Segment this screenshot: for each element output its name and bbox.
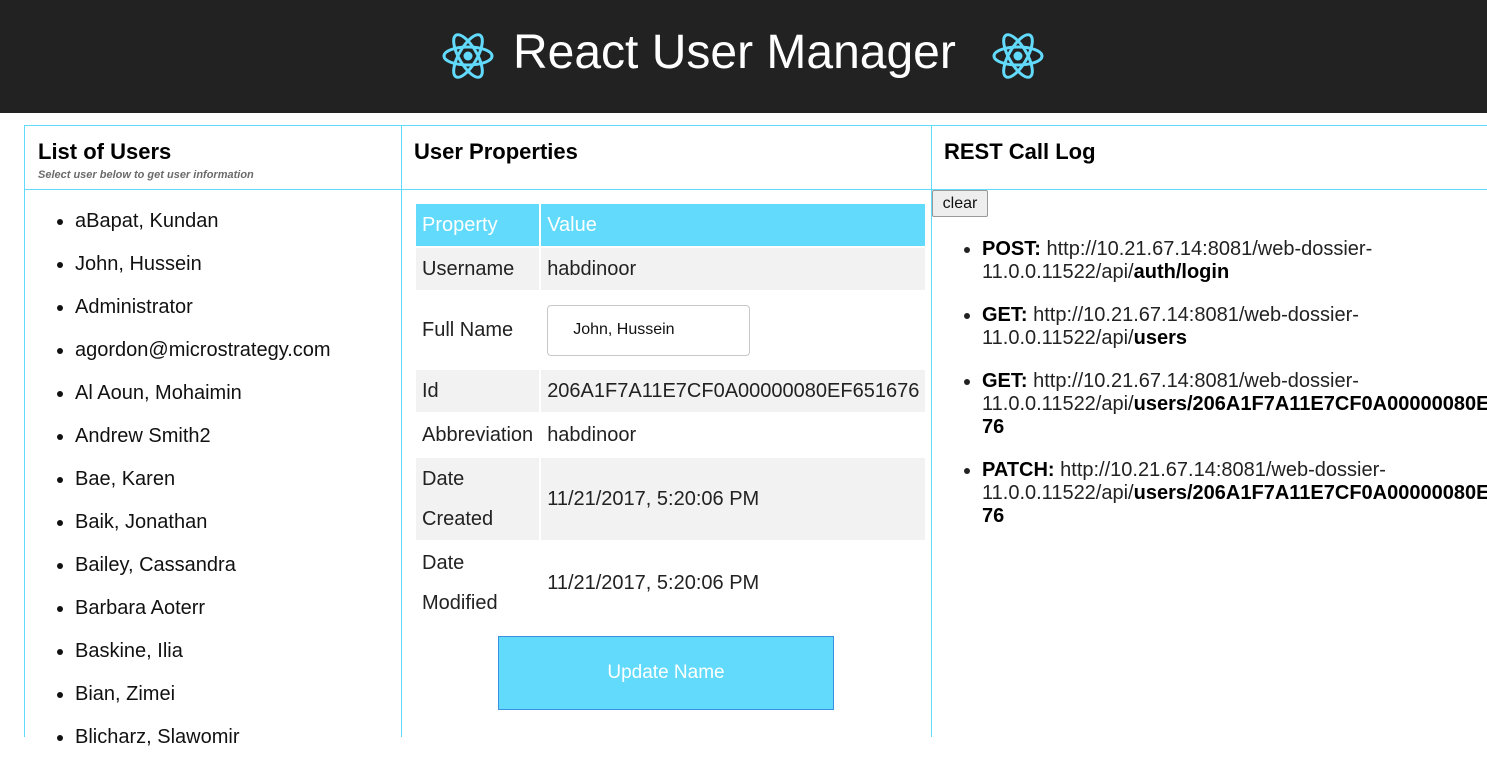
fullname-label: Full Name: [422, 318, 514, 341]
date-modified-label-line2: Modified: [422, 592, 498, 614]
panel-top-border: [24, 125, 1487, 126]
date-created-label-line1: Date: [422, 468, 465, 490]
id-value: 206A1F7A11E7CF0A00000080EF651676: [541, 370, 926, 412]
panel-divider: [24, 125, 25, 737]
user-list-item[interactable]: Bailey, Cassandra: [75, 548, 331, 591]
user-list-item[interactable]: John, Hussein: [75, 247, 331, 290]
properties-panel-title: User Properties: [414, 139, 578, 164]
react-atom-icon: [992, 33, 1044, 79]
abbreviation-value: habdinoor: [547, 423, 637, 446]
table-row: Abbreviation habdinoor: [416, 414, 925, 456]
log-url-part1: http://10.21.67.14:8081/web-dossier-: [1060, 459, 1386, 481]
username-value: habdinoor: [541, 248, 926, 290]
log-url-part2: 11.0.0.11522/api/: [982, 261, 1134, 283]
log-endpoint: users/206A1F7A11E7CF0A00000080E: [1133, 393, 1487, 415]
date-created-label-line2: Created: [422, 508, 494, 530]
full-name-input[interactable]: [547, 304, 751, 356]
log-endpoint: users: [1133, 327, 1187, 349]
log-entry: GET: http://10.21.67.14:8081/web-dossier…: [982, 370, 1487, 439]
fullname-cell: [541, 292, 925, 368]
log-endpoint: auth/login: [1133, 261, 1230, 283]
table-row: Full Name: [416, 292, 925, 368]
log-method: GET:: [982, 304, 1028, 326]
date-modified-label-line1: Date: [422, 552, 465, 574]
log-url-part1: http://10.21.67.14:8081/web-dossier-: [1033, 370, 1359, 392]
log-url-part1: http://10.21.67.14:8081/web-dossier-: [1046, 238, 1373, 260]
log-url-part2: 11.0.0.11522/api/: [982, 482, 1134, 504]
log-url-part2: 11.0.0.11522/api/: [982, 327, 1134, 349]
update-name-button[interactable]: Update Name: [498, 636, 834, 710]
user-list-item[interactable]: aBapat, Kundan: [75, 204, 331, 247]
log-panel-title: REST Call Log: [944, 139, 1096, 164]
log-entry: POST: http://10.21.67.14:8081/web-dossie…: [982, 238, 1487, 284]
panel-divider: [401, 125, 402, 737]
log-method: GET:: [982, 370, 1028, 392]
user-list-item[interactable]: Andrew Smith2: [75, 419, 331, 462]
user-properties-table: Property Value Username habdinoor Full N…: [414, 202, 927, 626]
user-list-item[interactable]: Baik, Jonathan: [75, 505, 331, 548]
date-modified-value: 11/21/2017, 5:20:06 PM: [547, 572, 760, 594]
users-panel-subtitle: Select user below to get user informatio…: [38, 169, 254, 181]
date-created-value: 11/21/2017, 5:20:06 PM: [541, 458, 926, 540]
property-column-header: Property: [416, 204, 540, 246]
log-entry: PATCH: http://10.21.67.14:8081/web-dossi…: [982, 459, 1487, 528]
user-list-item[interactable]: Blicharz, Slawomir: [75, 720, 331, 763]
log-url-part2: 11.0.0.11522/api/: [982, 393, 1134, 415]
log-method: PATCH:: [982, 459, 1055, 481]
rest-call-log: POST: http://10.21.67.14:8081/web-dossie…: [944, 238, 1487, 548]
user-list-item[interactable]: agordon@microstrategy.com: [75, 333, 331, 376]
log-url-part1: http://10.21.67.14:8081/web-dossier-: [1033, 304, 1359, 326]
date-modified-label: Date Modified: [416, 542, 539, 624]
log-method: POST:: [982, 238, 1041, 260]
user-list-item[interactable]: Barbara Aoterr: [75, 591, 331, 634]
user-list: aBapat, Kundan John, Hussein Administrat…: [38, 204, 331, 763]
table-header-row: Property Value: [416, 204, 926, 246]
panel-divider: [931, 125, 932, 737]
table-row: Username habdinoor: [416, 248, 926, 290]
log-endpoint-continued: 76: [982, 416, 1005, 438]
user-list-item[interactable]: Baskine, Ilia: [75, 634, 331, 677]
table-row: Id 206A1F7A11E7CF0A00000080EF651676: [416, 370, 926, 412]
log-entry: GET: http://10.21.67.14:8081/web-dossier…: [982, 304, 1487, 350]
username-label: Username: [416, 248, 540, 290]
panel-header-divider: [24, 189, 1487, 190]
log-endpoint-continued: 76: [982, 505, 1005, 527]
react-atom-icon: [442, 33, 494, 79]
table-row: Date Created 11/21/2017, 5:20:06 PM: [416, 458, 926, 540]
app-title: React User Manager: [513, 26, 956, 79]
user-list-item[interactable]: Bae, Karen: [75, 462, 331, 505]
user-list-item[interactable]: Administrator: [75, 290, 331, 333]
id-label: Id: [416, 370, 540, 412]
date-created-label: Date Created: [416, 458, 540, 540]
clear-log-button[interactable]: clear: [932, 190, 988, 217]
log-endpoint: users/206A1F7A11E7CF0A00000080E: [1133, 482, 1487, 504]
abbreviation-label: Abbreviation: [422, 423, 534, 446]
users-panel-title: List of Users: [38, 139, 172, 164]
app-header: React User Manager: [0, 0, 1487, 113]
user-list-item[interactable]: Al Aoun, Mohaimin: [75, 376, 331, 419]
user-list-item[interactable]: Bian, Zimei: [75, 677, 331, 720]
table-row: Date Modified 11/21/2017, 5:20:06 PM: [416, 542, 925, 624]
value-column-header: Value: [541, 204, 926, 246]
